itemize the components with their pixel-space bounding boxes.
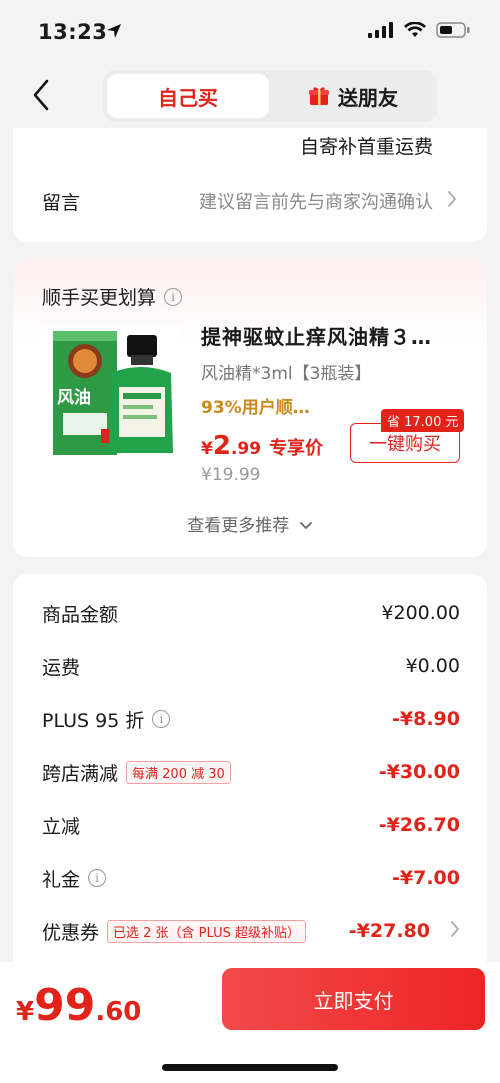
pay-now-button[interactable]: 立即支付 <box>222 968 485 1030</box>
checkout-bar: ¥ 99 .60 立即支付 <box>0 962 500 1083</box>
status-time: 13:23 <box>38 20 108 44</box>
back-button[interactable] <box>26 78 56 112</box>
summary-value: -¥26.70 <box>378 814 460 836</box>
see-more-label: 查看更多推荐 <box>187 516 290 536</box>
status-bar: 13:23 <box>0 0 500 64</box>
price-decimal: .99 <box>230 439 262 459</box>
home-indicator[interactable] <box>162 1064 338 1071</box>
total-decimal: .60 <box>95 997 142 1027</box>
coupon-pill: 已选 2 张（含 PLUS 超级补贴） <box>107 919 307 943</box>
gift-icon <box>309 87 329 105</box>
chevron-right-icon[interactable] <box>447 190 457 212</box>
summary-value: -¥27.80 <box>348 920 430 942</box>
summary-row-instant-discount: 立减 -¥26.70 <box>42 810 460 840</box>
summary-value: ¥200.00 <box>381 602 460 624</box>
total-price: ¥ 99 .60 <box>16 980 141 1031</box>
status-icons <box>368 22 470 38</box>
original-price: ¥19.99 <box>201 465 261 485</box>
summary-row-plus-discount: PLUS 95 折 i -¥8.90 <box>42 704 460 734</box>
summary-label-group: PLUS 95 折 i <box>42 706 171 733</box>
chevron-right-icon[interactable] <box>450 920 460 942</box>
price-symbol: ¥ <box>201 439 213 459</box>
product-price: ¥ 2 .99 专享价 <box>201 431 323 461</box>
summary-label: PLUS 95 折 <box>42 709 145 732</box>
product-name[interactable]: 提神驱蚊止痒风油精３… <box>201 321 451 350</box>
tab-send-to-friend-label: 送朋友 <box>338 85 398 110</box>
wifi-icon <box>404 22 426 37</box>
tab-buy-for-self[interactable]: 自己买 <box>107 74 269 118</box>
message-hint[interactable]: 建议留言前先与商家沟通确认 <box>199 188 433 214</box>
info-icon[interactable]: i <box>164 287 183 306</box>
summary-label: 跨店满减 <box>42 762 119 785</box>
battery-icon <box>436 22 470 38</box>
summary-value: -¥7.00 <box>392 867 460 889</box>
order-notes-card: 自寄补首重运费 留言 建议留言前先与商家沟通确认 <box>13 128 487 242</box>
info-icon[interactable]: i <box>152 710 171 728</box>
message-label: 留言 <box>42 192 81 214</box>
recommendation-title: 顺手买更划算 i <box>42 283 183 310</box>
info-icon[interactable]: i <box>88 869 107 887</box>
recommendation-card: 顺手买更划算 i 风油 提神驱蚊止痒风油精３… 风油精*3ml【3瓶装】 93%… <box>13 259 487 557</box>
price-integer: 2 <box>212 431 231 461</box>
summary-label-group: 优惠券 已选 2 张（含 PLUS 超级补贴） <box>42 918 307 945</box>
summary-value: -¥8.90 <box>392 708 460 730</box>
signal-icon <box>368 22 393 38</box>
product-spec: 风油精*3ml【3瓶装】 <box>201 364 372 384</box>
recommendation-title-text: 顺手买更划算 <box>42 287 157 309</box>
save-badge: 省 17.00 元 <box>381 409 465 432</box>
price-breakdown-card: 商品金额 ¥200.00 运费 ¥0.00 PLUS 95 折 i -¥8.90… <box>13 574 487 974</box>
chevron-left-icon <box>33 79 49 111</box>
summary-row-shipping: 运费 ¥0.00 <box>42 651 460 681</box>
summary-row-coupons[interactable]: 优惠券 已选 2 张（含 PLUS 超级补贴） -¥27.80 <box>42 916 460 946</box>
location-arrow-icon <box>105 22 123 44</box>
summary-label: 优惠券 <box>42 921 100 944</box>
summary-label-group: 礼金 i <box>42 865 107 892</box>
purchase-mode-switch: 自己买 送朋友 <box>103 70 437 122</box>
summary-row-subtotal: 商品金额 ¥200.00 <box>42 598 460 628</box>
total-integer: 99 <box>34 980 96 1031</box>
summary-label: 运费 <box>42 656 81 679</box>
price-tag: 专享价 <box>269 438 324 459</box>
summary-row-cash-gift: 礼金 i -¥7.00 <box>42 863 460 893</box>
product-image[interactable]: 风油 <box>41 325 181 463</box>
shipping-fee-note: 自寄补首重运费 <box>299 136 433 158</box>
promo-pill: 每满 200 减 30 <box>126 760 231 784</box>
summary-row-cross-store: 跨店满减 每满 200 减 30 -¥30.00 <box>42 757 460 787</box>
summary-label: 礼金 <box>42 868 81 891</box>
summary-label: 立减 <box>42 815 81 838</box>
tab-send-to-friend[interactable]: 送朋友 <box>273 74 433 118</box>
summary-value: ¥0.00 <box>405 655 460 677</box>
top-nav: 自己买 送朋友 <box>0 64 500 128</box>
product-rating: 93%用户顺… <box>201 398 310 418</box>
see-more-recommendations[interactable]: 查看更多推荐 <box>13 511 487 536</box>
chevron-down-icon <box>299 522 312 530</box>
summary-label-group: 跨店满减 每满 200 减 30 <box>42 759 231 786</box>
product-box-brand-text: 风油 <box>57 388 91 408</box>
total-symbol: ¥ <box>16 997 35 1027</box>
summary-value: -¥30.00 <box>378 761 460 783</box>
summary-label: 商品金额 <box>42 603 119 626</box>
